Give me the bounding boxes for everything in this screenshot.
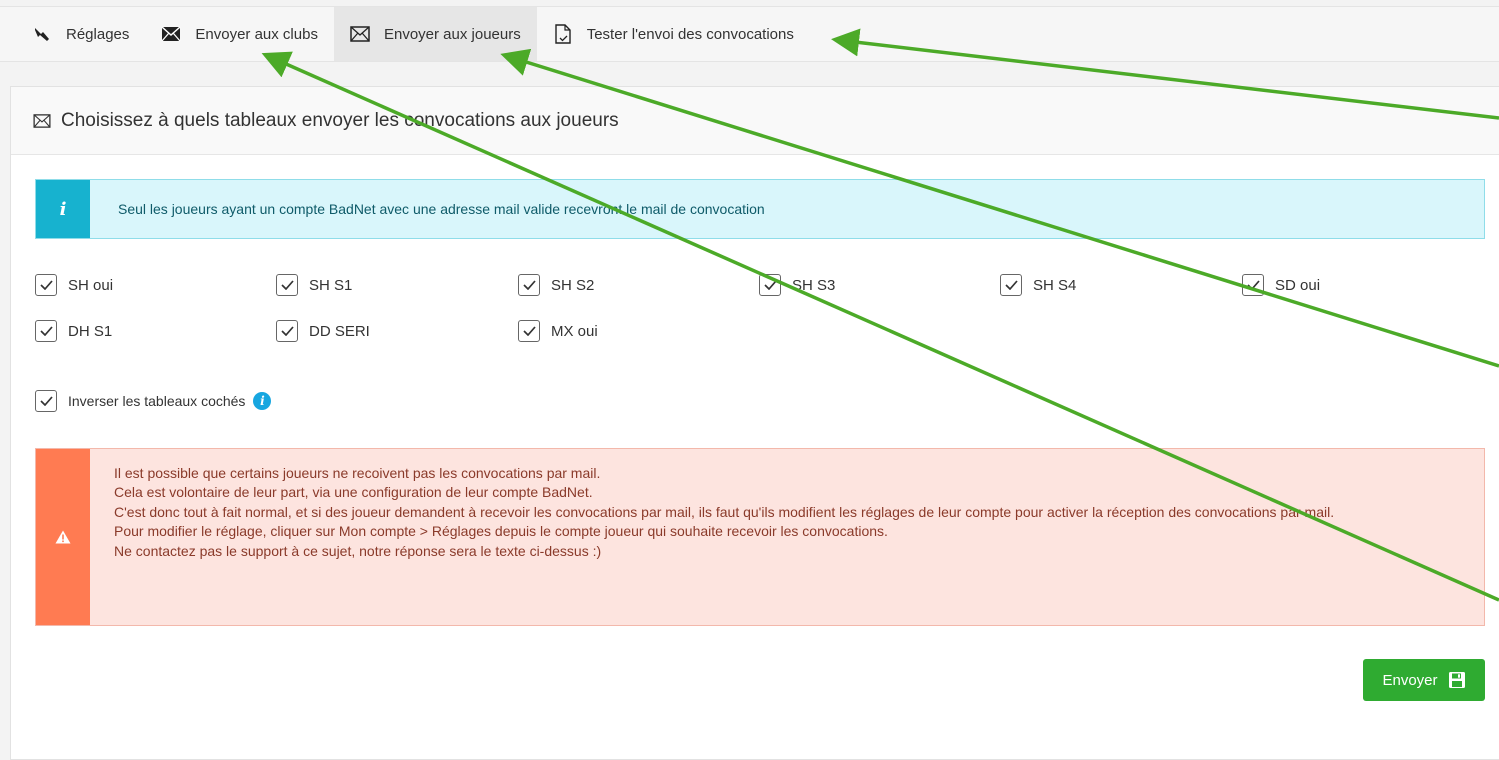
checkbox-label: SH S4	[1033, 276, 1077, 294]
tab-label: Envoyer aux joueurs	[383, 25, 521, 43]
envelope-outline-icon	[33, 113, 51, 128]
send-button[interactable]: Envoyer	[1363, 659, 1485, 701]
tab-envoyer-joueurs[interactable]: Envoyer aux joueurs	[333, 7, 537, 61]
warning-line: Ne contactez pas le support à ce sujet, …	[114, 542, 602, 559]
checkbox-checked-icon[interactable]	[35, 390, 57, 412]
document-check-icon	[553, 24, 573, 44]
warning-text: Il est possible que certains joueurs ne …	[90, 449, 1470, 625]
checkbox-tableau[interactable]: SH S3	[759, 274, 835, 296]
checkbox-checked-icon[interactable]	[1242, 274, 1264, 296]
checkbox-checked-icon[interactable]	[276, 320, 298, 342]
checkbox-tableau[interactable]: SH S1	[276, 274, 352, 296]
checkbox-checked-icon[interactable]	[1000, 274, 1022, 296]
checkbox-checked-icon[interactable]	[35, 274, 57, 296]
checkbox-checked-icon[interactable]	[35, 320, 57, 342]
warning-alert: Il est possible que certains joueurs ne …	[35, 448, 1485, 626]
checkbox-tableau[interactable]: DD SERI	[276, 320, 370, 342]
tab-envoyer-clubs[interactable]: Envoyer aux clubs	[145, 7, 334, 61]
warning-line: Cela est volontaire de leur part, via un…	[114, 484, 593, 501]
warning-line: C'est donc tout à fait normal, et si des…	[114, 503, 1335, 520]
info-alert: i Seul les joueurs ayant un compte BadNe…	[35, 179, 1485, 239]
wrench-icon	[32, 24, 52, 44]
checkbox-label: SH S1	[309, 276, 353, 294]
envelope-outline-icon	[350, 24, 370, 44]
checkbox-label: DH S1	[68, 322, 113, 340]
tab-reglages[interactable]: Réglages	[16, 7, 145, 61]
info-circle-icon[interactable]: i	[253, 392, 272, 410]
envelope-filled-icon	[161, 24, 181, 44]
send-to-players-panel: Choisissez à quels tableaux envoyer les …	[10, 86, 1499, 760]
checkbox-label: SH S2	[551, 276, 595, 294]
info-text: Seul les joueurs ayant un compte BadNet …	[118, 201, 765, 217]
checkbox-label: DD SERI	[309, 322, 370, 340]
checkbox-checked-icon[interactable]	[518, 274, 540, 296]
tab-label: Envoyer aux clubs	[195, 25, 318, 43]
warning-line: Pour modifier le réglage, cliquer sur Mo…	[114, 523, 888, 540]
checkbox-checked-icon[interactable]	[518, 320, 540, 342]
checkbox-checked-icon[interactable]	[759, 274, 781, 296]
checkbox-label: SH S3	[792, 276, 836, 294]
invert-checkbox[interactable]: Inverser les tableaux cochés i	[35, 390, 272, 412]
checkbox-tableau[interactable]: SH S4	[1000, 274, 1076, 296]
checkbox-label: SH oui	[68, 276, 114, 294]
panel-header: Choisissez à quels tableaux envoyer les …	[11, 87, 1499, 155]
tab-bar: Réglages Envoyer aux clubs Envoyer aux j…	[0, 6, 1499, 62]
checkbox-tableau[interactable]: DH S1	[35, 320, 112, 342]
tab-label: Réglages	[66, 25, 130, 43]
panel-title: Choisissez à quels tableaux envoyer les …	[61, 109, 619, 131]
warning-line: Il est possible que certains joueurs ne …	[114, 465, 601, 481]
send-button-label: Envoyer	[1382, 671, 1438, 689]
checkbox-tableau[interactable]: MX oui	[518, 320, 598, 342]
tab-label: Tester l'envoi des convocations	[586, 25, 794, 43]
checkbox-checked-icon[interactable]	[276, 274, 298, 296]
checkbox-label: SD oui	[1275, 276, 1321, 294]
save-icon	[1448, 671, 1466, 689]
checkbox-tableau[interactable]: SH oui	[35, 274, 113, 296]
warning-triangle-icon	[36, 449, 90, 625]
info-icon: i	[36, 180, 90, 238]
tab-tester-envoi[interactable]: Tester l'envoi des convocations	[537, 7, 810, 61]
checkbox-tableau[interactable]: SD oui	[1242, 274, 1320, 296]
invert-label: Inverser les tableaux cochés	[68, 393, 246, 409]
checkbox-label: MX oui	[551, 322, 598, 340]
checkbox-tableau[interactable]: SH S2	[518, 274, 594, 296]
